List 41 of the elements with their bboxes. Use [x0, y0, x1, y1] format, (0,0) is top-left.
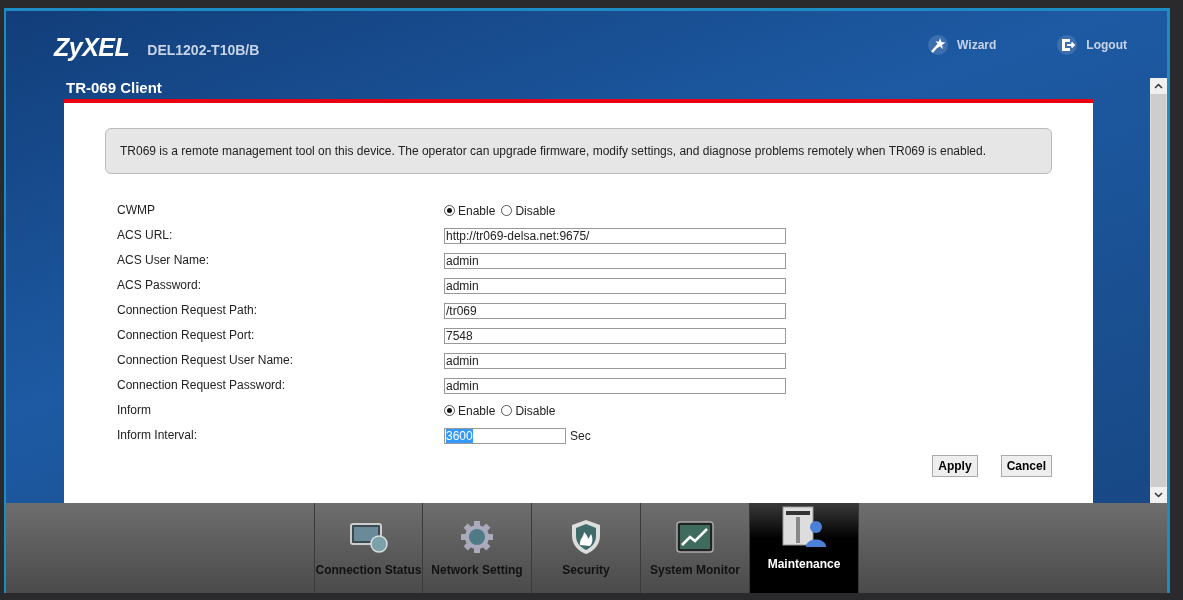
radio-option[interactable]: Disable [501, 403, 556, 418]
field-label: Connection Request User Name: [117, 352, 295, 369]
field-label: CWMP [117, 202, 156, 219]
field-label: Connection Request Password: [117, 377, 287, 394]
radio-option[interactable]: Disable [501, 203, 556, 218]
input-field[interactable]: 7548 [444, 327, 786, 344]
input-field[interactable]: http://tr069-delsa.net:9675/ [444, 227, 786, 244]
field-label: ACS User Name: [117, 252, 211, 269]
unit-label: Sec [570, 428, 591, 443]
scroll-up-icon[interactable] [1150, 78, 1167, 94]
scroll-down-icon[interactable] [1150, 487, 1167, 503]
field-label: Connection Request Path: [117, 302, 259, 319]
field-label: ACS URL: [117, 227, 174, 244]
field-label: Inform Interval: [117, 427, 199, 444]
page-title: TR-069 Client [65, 78, 163, 98]
radio-option[interactable]: Enable [444, 403, 496, 418]
logout-link[interactable]: Logout [1056, 33, 1127, 56]
field-label: ACS Password: [117, 277, 203, 294]
magic-wand-icon [927, 33, 950, 56]
scrollbar[interactable] [1150, 78, 1167, 503]
shield-icon [570, 519, 602, 555]
field-label: Inform [117, 402, 152, 419]
input-field[interactable]: admin [444, 377, 786, 394]
cancel-button[interactable]: Cancel [1000, 455, 1052, 477]
wizard-link[interactable]: Wizard [927, 33, 997, 56]
radio-option[interactable]: Enable [444, 203, 496, 218]
info-message: TR069 is a remote management tool on this device. The operator can upgrade firmware, modify settings, and diagnose problems remotely when TR069 is enabled. [105, 128, 1052, 174]
chart-icon [676, 519, 714, 555]
logo: ZyXEL [54, 33, 130, 62]
input-field[interactable]: admin [444, 352, 786, 369]
scrollbar-thumb[interactable] [1151, 94, 1166, 487]
field-label: Connection Request Port: [117, 327, 256, 344]
input-field[interactable]: admin [444, 252, 786, 269]
maintenance-icon [781, 505, 827, 549]
apply-button[interactable]: Apply [932, 455, 978, 477]
input-field[interactable]: /tr069 [444, 302, 786, 319]
input-field[interactable]: admin [444, 277, 786, 294]
nav-tab[interactable]: Maintenance [750, 503, 859, 593]
gear-icon [460, 519, 494, 555]
exit-icon [1056, 33, 1079, 56]
model-name: DEL1202-T10B/B [147, 41, 260, 58]
